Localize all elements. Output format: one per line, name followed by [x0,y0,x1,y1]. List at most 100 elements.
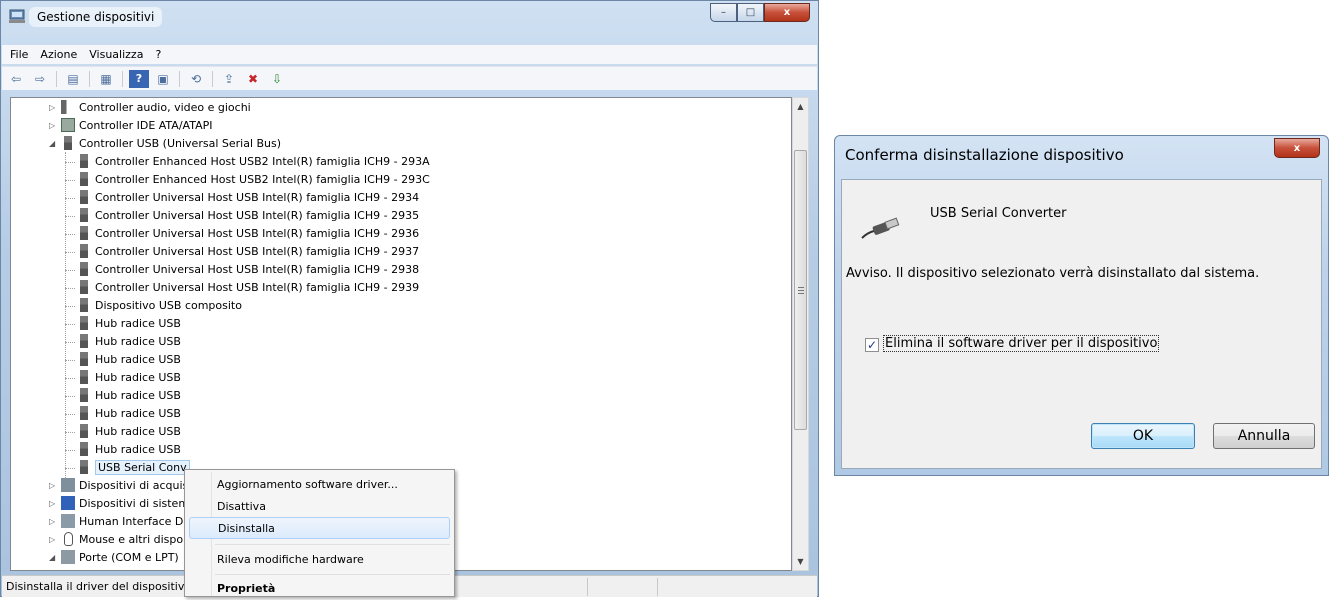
title-bar[interactable]: Gestione dispositivi [1,1,818,31]
collapse-arrow-icon[interactable]: ◢ [49,135,59,153]
tree-item-usb-device[interactable]: Hub radice USB [77,333,181,351]
tree-guide-line [65,216,75,217]
close-button[interactable]: x [764,3,810,22]
menu-file[interactable]: File [10,45,28,64]
ok-button[interactable]: OK [1091,423,1195,449]
usb-plug-icon [80,262,88,276]
show-hide-tree-icon[interactable]: ▤ [63,70,83,88]
tree-item-label: Hub radice USB [95,317,181,330]
tree-item-usb-device[interactable]: USB Serial Conv [77,459,190,477]
expand-arrow-icon[interactable]: ▷ [49,531,59,549]
expand-arrow-icon[interactable]: ▷ [49,117,59,135]
menu-item-uninstall[interactable]: Disinstalla [189,517,450,539]
tree-item-label: Dispositivo USB composito [95,299,242,312]
tree-guide-line [65,450,75,451]
tree-item-usb-device[interactable]: Controller Universal Host USB Intel(R) f… [77,243,419,261]
tree-item-imaging[interactable]: Dispositivi di acquis [61,477,188,495]
menu-visualizza[interactable]: Visualizza [89,45,143,64]
usb-plug-icon [80,172,88,186]
tree-item-usb-device[interactable]: Hub radice USB [77,405,181,423]
menu-item-disable[interactable]: Disattiva [189,496,450,518]
tree-item-usb-device[interactable]: Dispositivo USB composito [77,297,242,315]
menu-item-update-driver[interactable]: Aggiornamento software driver... [189,474,450,496]
device-name: USB Serial Converter [930,206,1067,221]
tree-guide-line [65,198,75,199]
maximize-button[interactable]: □ [737,3,764,22]
delete-driver-checkbox-label[interactable]: Elimina il software driver per il dispos… [883,335,1160,352]
tree-item-hid[interactable]: Human Interface D [61,513,183,531]
tree-item-ide[interactable]: Controller IDE ATA/ATAPI [61,117,212,135]
tree-item-label: Controller Universal Host USB Intel(R) f… [95,191,420,204]
tree-item-audio[interactable]: Controller audio, video e giochi [61,99,251,117]
expand-arrow-icon[interactable]: ▷ [49,513,59,531]
expand-arrow-icon[interactable]: ▷ [49,477,59,495]
tree-item-usb-device[interactable]: Hub radice USB [77,441,181,459]
menu-item-scan-hardware[interactable]: Rileva modifiche hardware [189,549,450,571]
help-icon[interactable]: ? [129,69,149,88]
tree-guide-line [65,414,75,415]
scroll-up-arrow-icon[interactable]: ▲ [793,98,808,115]
cancel-button[interactable]: Annulla [1213,423,1315,449]
toolbar-separator [89,70,90,87]
toolbar-separator [179,70,180,87]
port-icon [61,550,75,564]
scan-hardware-icon[interactable]: ⟲ [186,70,206,88]
tree-item-label: Hub radice USB [95,425,181,438]
uninstall-icon[interactable]: ✖ [243,70,263,88]
tree-item-usb-device[interactable]: Hub radice USB [77,369,181,387]
tree-item-usb-device[interactable]: Controller Universal Host USB Intel(R) f… [77,207,419,225]
toolbar-separator [212,70,213,87]
expand-arrow-icon[interactable]: ▷ [49,99,59,117]
properties-icon[interactable]: ▦ [96,70,116,88]
tree-item-usb-controllers[interactable]: Controller USB (Universal Serial Bus) [61,135,281,153]
update-driver-icon[interactable]: ⇪ [219,70,239,88]
collapse-arrow-icon[interactable]: ◢ [49,549,59,567]
vertical-scrollbar[interactable]: ▲ ▼ [792,97,809,571]
back-arrow-icon[interactable]: ⇦ [6,70,26,88]
tree-item-label: Controller Universal Host USB Intel(R) f… [95,281,420,294]
tree-item-usb-device[interactable]: Controller Universal Host USB Intel(R) f… [77,225,419,243]
tree-item-usb-device[interactable]: Hub radice USB [77,423,181,441]
tree-item-mouse[interactable]: Mouse e altri dispo [61,531,183,549]
tree-item-usb-device[interactable]: Controller Enhanced Host USB2 Intel(R) f… [77,171,430,189]
status-pane [657,578,658,596]
thumb-grip [798,293,804,294]
forward-arrow-icon[interactable]: ⇨ [30,70,50,88]
scroll-thumb[interactable] [794,150,807,430]
status-text: Disinstalla il driver del dispositiv [6,580,185,593]
dialog-close-button[interactable]: x [1274,138,1320,158]
menu-separator [215,574,450,575]
tree-guide-line [65,324,75,325]
speaker-icon [61,100,75,114]
enable-device-icon[interactable]: ⇩ [267,70,287,88]
toolbar-separator [122,70,123,87]
tree-guide-line [65,270,75,271]
menu-help[interactable]: ? [155,45,161,64]
tree-guide-line [65,306,75,307]
tree-item-usb-device[interactable]: Controller Universal Host USB Intel(R) f… [77,189,419,207]
tree-guide-line [65,162,75,163]
delete-driver-checkbox[interactable]: ✓ [865,338,879,352]
tree-guide-line [65,360,75,361]
expand-arrow-icon[interactable]: ▷ [49,495,59,513]
tree-item-usb-device[interactable]: Hub radice USB [77,387,181,405]
usb-plug-icon [80,280,88,294]
minimize-button[interactable]: – [710,3,737,22]
tree-item-usb-device[interactable]: Hub radice USB [77,315,181,333]
tree-item-label: Hub radice USB [95,335,181,348]
console-icon[interactable]: ▣ [153,70,173,88]
tree-item-label: USB Serial Conv [95,460,190,475]
tree-guide-line [65,252,75,253]
menu-azione[interactable]: Azione [40,45,77,64]
scroll-down-arrow-icon[interactable]: ▼ [793,553,808,570]
tree-item-label: Hub radice USB [95,443,181,456]
tree-item-system[interactable]: Dispositivi di sistem [61,495,189,513]
tree-item-usb-device[interactable]: Hub radice USB [77,351,181,369]
tree-guide-line [65,378,75,379]
tree-item-usb-device[interactable]: Controller Universal Host USB Intel(R) f… [77,261,419,279]
tree-item-usb-device[interactable]: Controller Universal Host USB Intel(R) f… [77,279,419,297]
tree-item-usb-device[interactable]: Controller Enhanced Host USB2 Intel(R) f… [77,153,430,171]
hid-icon [61,514,75,528]
usb-plug-icon [80,154,88,168]
tree-item-ports[interactable]: Porte (COM e LPT) [61,549,179,567]
